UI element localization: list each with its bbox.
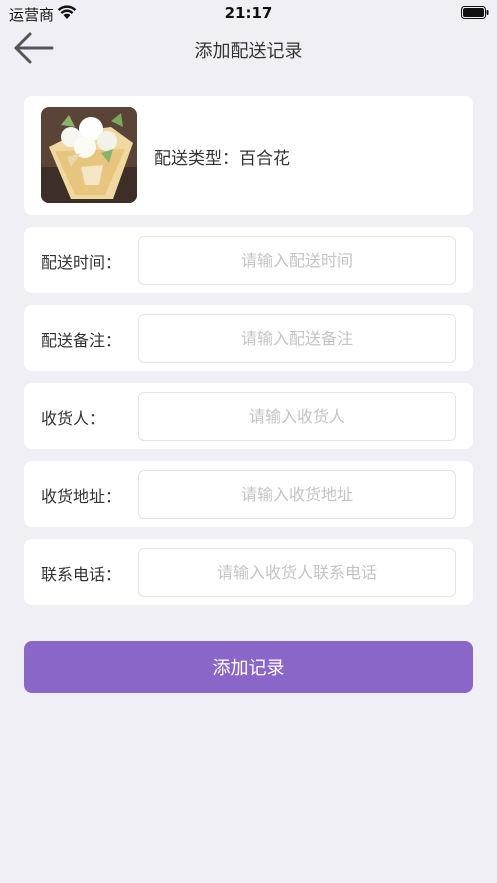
delivery-time-input[interactable] bbox=[138, 236, 456, 285]
address-label: 收货地址： bbox=[41, 487, 122, 506]
delivery-note-input[interactable] bbox=[138, 314, 456, 363]
screen: 运营商 21:17 添加配送记录 配送类型：百合花 配送时间： 请输入配送时间 … bbox=[0, 0, 497, 883]
delivery-type-label: 配送类型：百合花 bbox=[154, 149, 290, 169]
form-row-phone: 联系电话： bbox=[24, 539, 473, 605]
page-title: 添加配送记录 bbox=[194, 41, 303, 62]
address-input[interactable] bbox=[138, 470, 456, 519]
form-row-recipient: 收货人： bbox=[24, 383, 473, 449]
form-row-delivery-time: 配送时间： bbox=[24, 227, 473, 293]
nav-bar: 添加配送记录 bbox=[0, 26, 497, 70]
recipient-input[interactable] bbox=[138, 392, 456, 441]
battery-icon bbox=[461, 6, 489, 19]
delivery-time-label: 配送时间： bbox=[41, 253, 122, 272]
form-row-delivery-note: 配送备注： bbox=[24, 305, 473, 371]
clock: 21:17 bbox=[224, 4, 273, 22]
form-row-address: 收货地址： bbox=[24, 461, 473, 527]
product-card: 配送类型：百合花 bbox=[24, 96, 473, 215]
phone-input[interactable] bbox=[138, 548, 456, 597]
phone-label: 联系电话： bbox=[41, 565, 122, 584]
lily-bouquet-image bbox=[41, 107, 137, 203]
delivery-note-label: 配送备注： bbox=[41, 331, 122, 350]
add-record-button[interactable]: 添加记录 bbox=[24, 641, 473, 693]
recipient-label: 收货人： bbox=[41, 409, 106, 428]
product-image bbox=[41, 107, 137, 203]
status-bar: 运营商 21:17 bbox=[0, 0, 497, 26]
